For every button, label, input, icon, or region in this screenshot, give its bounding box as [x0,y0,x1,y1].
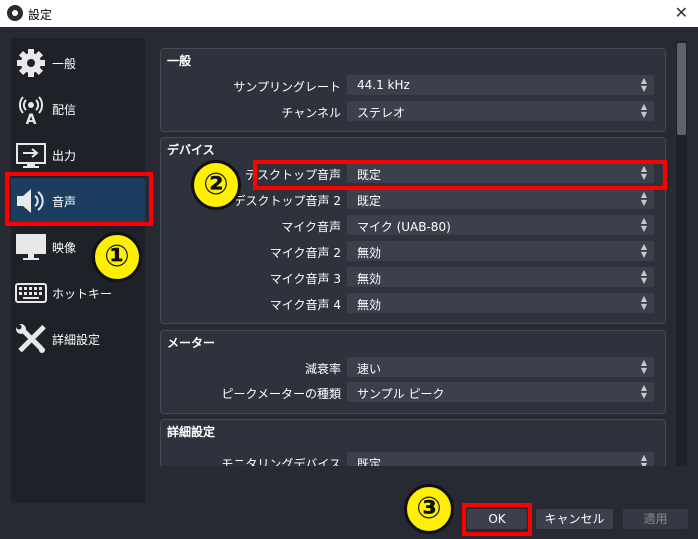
spinner-icon: ▲ ▼ [640,190,648,207]
select-value: サンプル ピーク [357,387,445,401]
sidebar-item-label: 詳細設定 [52,333,101,347]
spinner-icon: ▲ ▼ [640,453,648,467]
svg-text:A: A [26,112,37,125]
output-icon [16,143,46,168]
select-value: 無効 [357,246,382,260]
sidebar-item-label: 出力 [52,149,77,163]
sidebar-item-label: 映像 [52,241,77,255]
broadcast-icon: A [19,96,43,125]
select-value: 44.1 kHz [357,78,410,92]
monitor-icon [16,234,46,260]
peak-meter-type-select[interactable]: サンプル ピーク ▲ ▼ [347,382,654,402]
spinner-icon: ▲ ▼ [640,383,648,400]
settings-scrollbar[interactable] [676,41,687,466]
decay-rate-label: 減衰率 [304,362,341,376]
gear-icon [17,49,45,77]
audio-settings-panel: 一般 サンプリングレート 44.1 kHz ▲ ▼ チャンネル ステレオ ▲ ▼ デ… [150,38,668,466]
keyboard-icon [15,283,47,303]
spinner-icon: ▲ ▼ [640,242,648,259]
desktop-audio-2-label: デスクトップ音声 2 [233,194,341,208]
sidebar-item-general[interactable]: 一般 [11,40,145,86]
cancel-button[interactable]: キャンセル [536,509,613,529]
group-title: メーター [167,336,216,350]
mic-audio-label: マイク音声 [281,220,341,234]
sidebar-item-label: 一般 [52,57,77,71]
monitoring-device-label: モニタリングデバイス [221,457,341,466]
highlight-ok-button [462,503,532,536]
desktop-audio-2-select[interactable]: 既定 ▲ ▼ [347,189,654,209]
sample-rate-select[interactable]: 44.1 kHz ▲ ▼ [347,75,654,95]
select-value: ステレオ [357,106,406,120]
channels-select[interactable]: ステレオ ▲ ▼ [347,101,654,121]
step-marker-2: ② [191,160,241,210]
step-marker-1: ① [92,232,142,282]
title-bar: 設定 ✕ [0,0,698,27]
sidebar-item-stream[interactable]: A 配信 [11,86,145,132]
mic-audio-4-label: マイク音声 4 [269,298,341,312]
step-marker-3: ③ [404,484,454,534]
monitoring-device-select[interactable]: 既定 ▲ ▼ [347,452,654,466]
group-advanced: 詳細設定 モニタリングデバイス 既定 ▲ ▼ [160,419,666,466]
highlight-audio-item [5,172,153,226]
spinner-icon: ▲ ▼ [640,294,648,311]
apply-button[interactable]: 適用 [623,509,688,529]
close-icon[interactable]: ✕ [675,3,688,22]
mic-audio-3-label: マイク音声 3 [269,272,341,286]
spinner-icon: ▲ ▼ [640,76,648,93]
group-title: 一般 [167,54,192,68]
highlight-desktop-audio-row [253,160,667,190]
decay-rate-select[interactable]: 速い ▲ ▼ [347,357,654,377]
spinner-icon: ▲ ▼ [640,216,648,233]
select-value: マイク (UAB-80) [357,220,451,234]
tools-icon [16,324,46,353]
sidebar-item-advanced[interactable]: 詳細設定 [11,316,145,362]
mic-audio-2-label: マイク音声 2 [269,246,341,260]
spinner-icon: ▲ ▼ [640,268,648,285]
spinner-icon: ▲ ▼ [640,102,648,119]
app-logo-icon [7,5,23,21]
select-value: 無効 [357,272,382,286]
mic-audio-3-select[interactable]: 無効 ▲ ▼ [347,267,654,287]
select-value: 既定 [357,457,382,466]
channels-label: チャンネル [281,106,341,120]
select-value: 無効 [357,298,382,312]
peak-meter-type-label: ピークメーターの種類 [221,387,341,401]
mic-audio-4-select[interactable]: 無効 ▲ ▼ [347,293,654,313]
sidebar-item-label: 配信 [52,103,77,117]
select-value: 既定 [357,194,382,208]
mic-audio-2-select[interactable]: 無効 ▲ ▼ [347,241,654,261]
group-meters: メーター 減衰率 速い ▲ ▼ ピークメーターの種類 サンプル ピーク ▲ ▼ [160,330,666,414]
group-title: 詳細設定 [167,425,216,439]
scrollbar-thumb[interactable] [677,43,686,135]
window-title: 設定 [28,8,53,22]
group-general: 一般 サンプリングレート 44.1 kHz ▲ ▼ チャンネル ステレオ ▲ ▼ [160,48,666,132]
group-title: デバイス [167,143,215,157]
sidebar-item-label: ホットキー [52,287,113,301]
sample-rate-label: サンプリングレート [233,80,341,94]
select-value: 速い [357,362,382,376]
mic-audio-select[interactable]: マイク (UAB-80) ▲ ▼ [347,215,654,235]
spinner-icon: ▲ ▼ [640,358,648,375]
